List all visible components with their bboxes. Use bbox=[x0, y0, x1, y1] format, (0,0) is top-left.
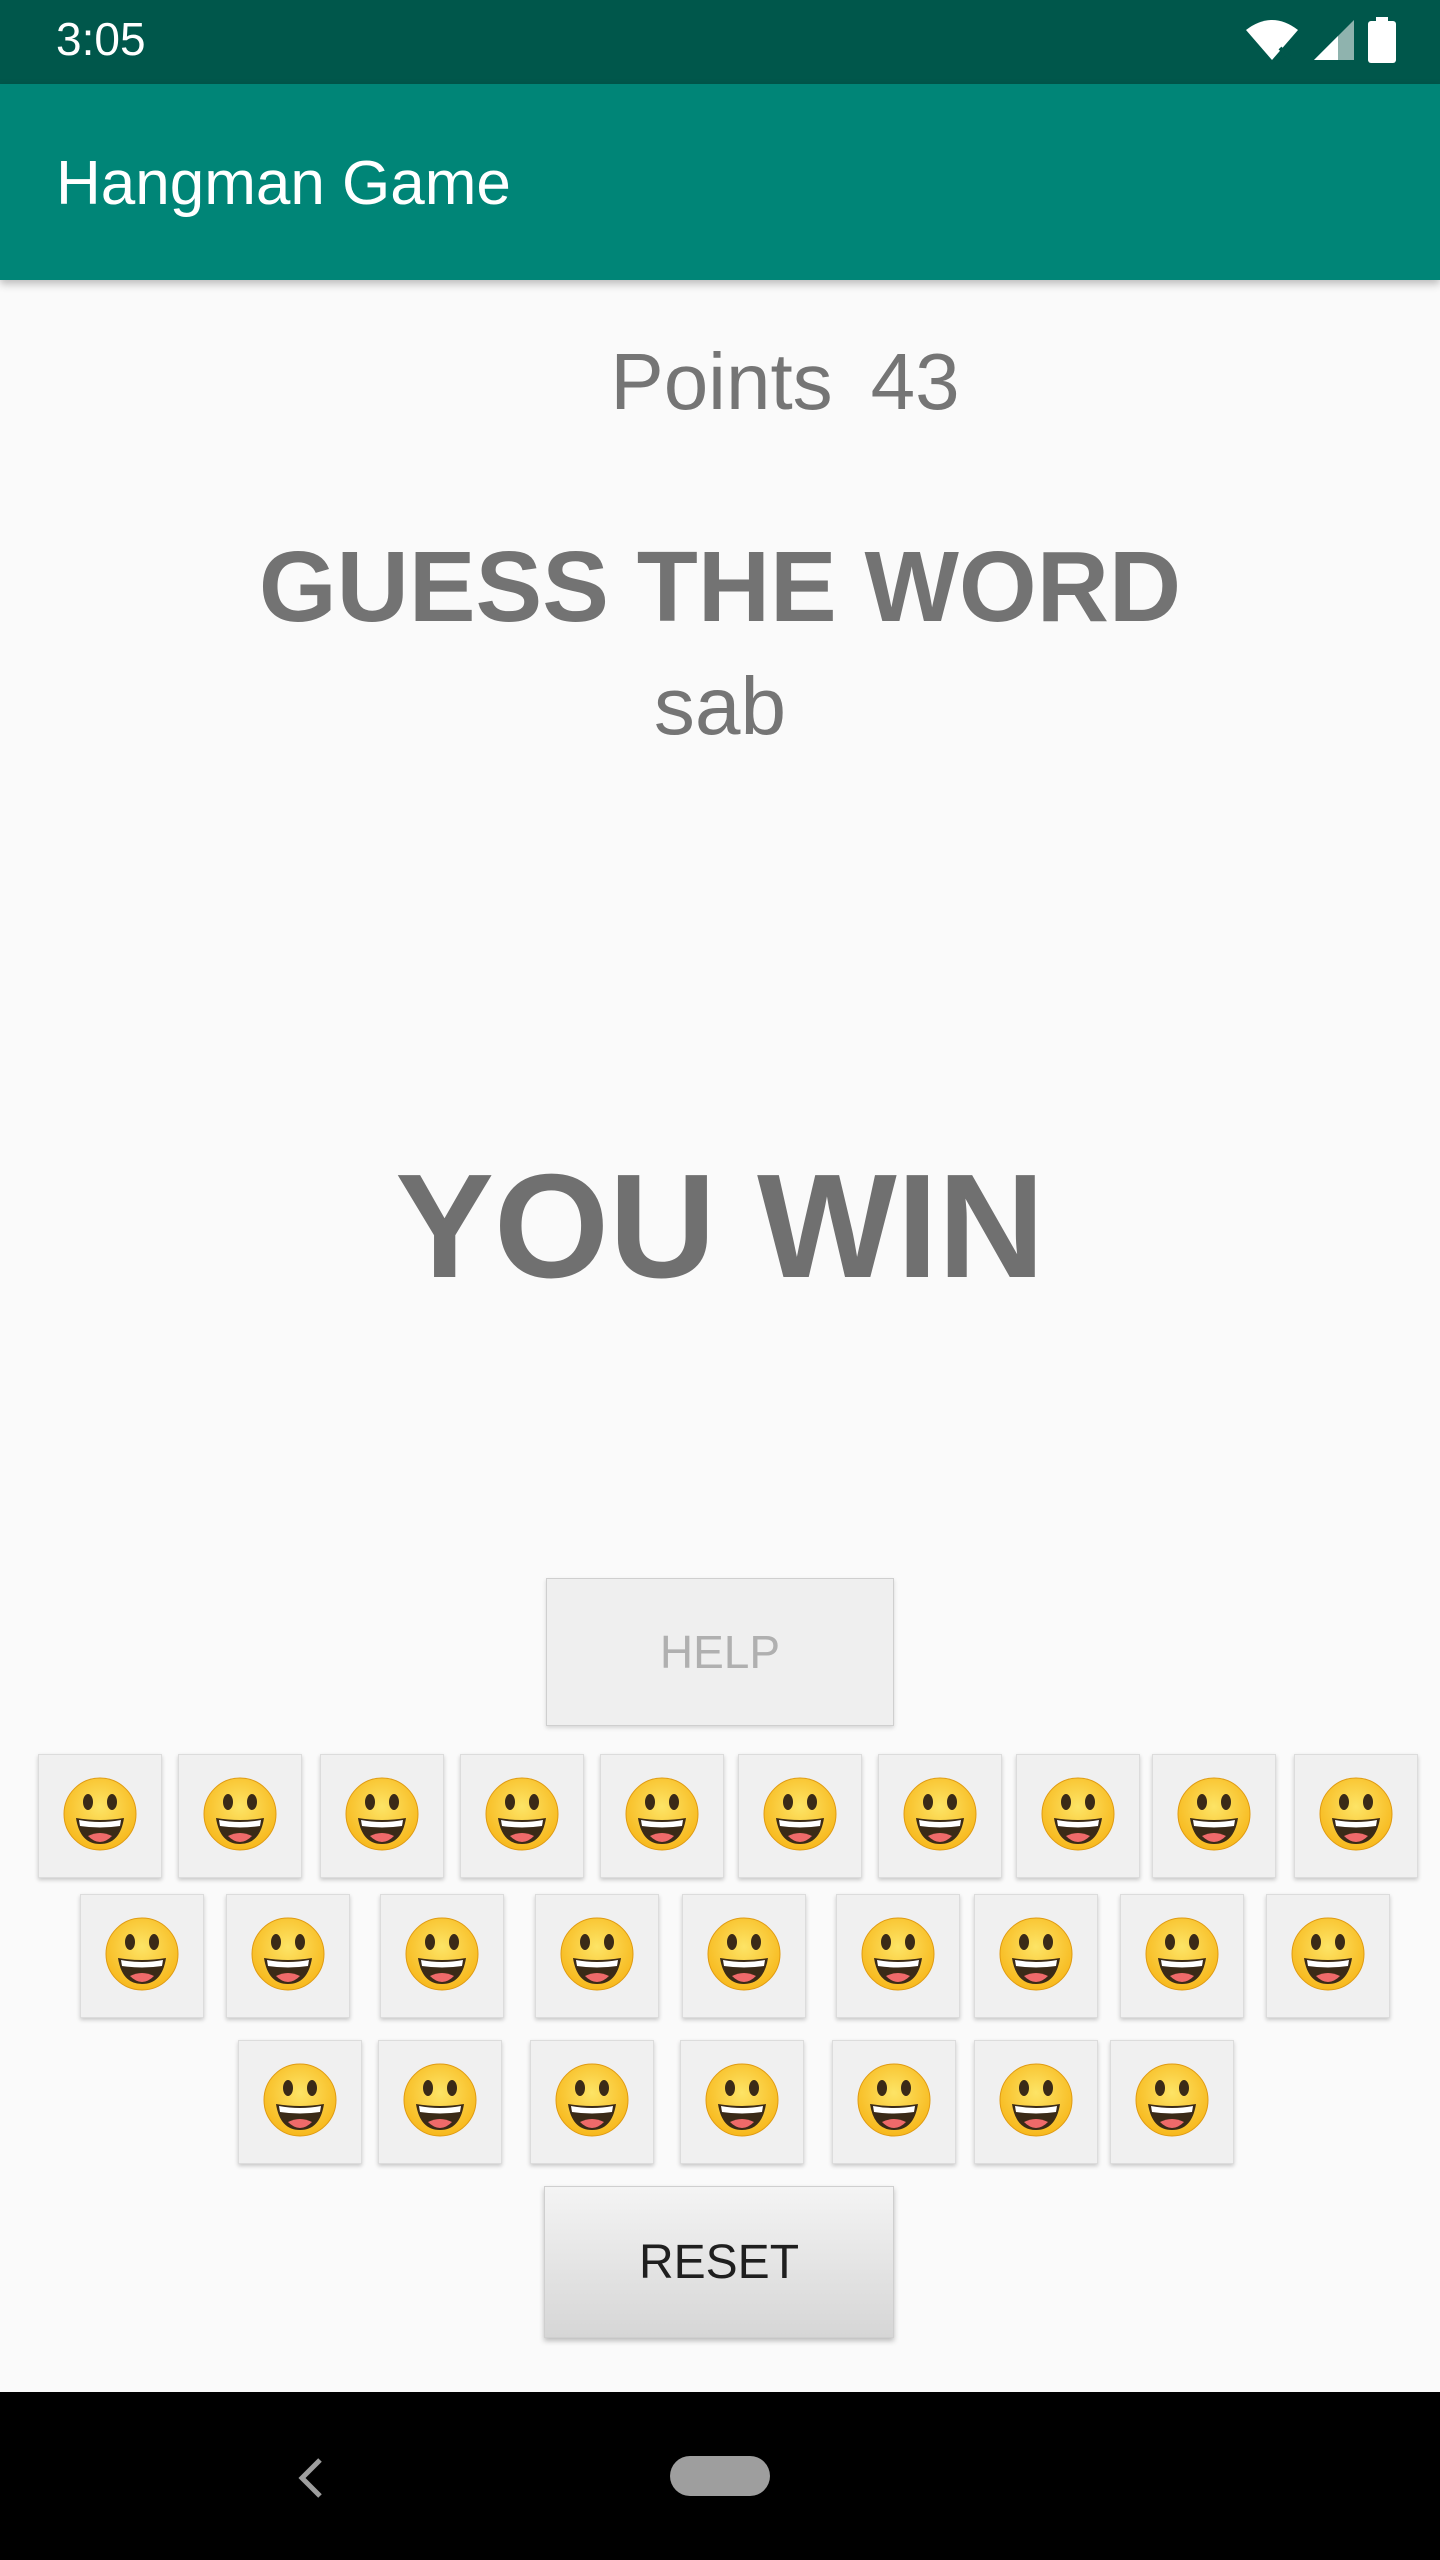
help-button[interactable]: HELP bbox=[546, 1578, 894, 1726]
letter-key[interactable] bbox=[682, 1894, 806, 2018]
guess-prompt: GUESS THE WORD bbox=[258, 531, 1182, 643]
smiley-face-icon bbox=[557, 1914, 637, 1998]
smiley-face-icon bbox=[1174, 1774, 1254, 1858]
result-text: YOU WIN bbox=[395, 1144, 1045, 1309]
letter-key[interactable] bbox=[974, 1894, 1098, 2018]
letter-key[interactable] bbox=[1152, 1754, 1276, 1878]
letter-key[interactable] bbox=[1120, 1894, 1244, 2018]
letter-key[interactable] bbox=[1110, 2040, 1234, 2164]
smiley-face-icon bbox=[102, 1914, 182, 1998]
letter-key[interactable] bbox=[535, 1894, 659, 2018]
smiley-face-icon bbox=[900, 1774, 980, 1858]
smiley-face-icon bbox=[704, 1914, 784, 1998]
smiley-face-icon bbox=[702, 2060, 782, 2144]
smiley-face-icon bbox=[400, 2060, 480, 2144]
smiley-face-icon bbox=[622, 1774, 702, 1858]
letter-key[interactable] bbox=[974, 2040, 1098, 2164]
signal-icon bbox=[1312, 18, 1356, 66]
smiley-face-icon bbox=[1288, 1914, 1368, 1998]
smiley-face-icon bbox=[60, 1774, 140, 1858]
letter-key[interactable] bbox=[878, 1754, 1002, 1878]
letter-key[interactable] bbox=[178, 1754, 302, 1878]
smiley-face-icon bbox=[552, 2060, 632, 2144]
letter-key[interactable] bbox=[378, 2040, 502, 2164]
smiley-face-icon bbox=[1142, 1914, 1222, 1998]
app-bar: Hangman Game bbox=[0, 84, 1440, 280]
letter-key[interactable] bbox=[238, 2040, 362, 2164]
points-label: Points bbox=[610, 337, 833, 426]
smiley-face-icon bbox=[1038, 1774, 1118, 1858]
letter-key[interactable] bbox=[530, 2040, 654, 2164]
letter-key[interactable] bbox=[38, 1754, 162, 1878]
smiley-face-icon bbox=[402, 1914, 482, 1998]
status-icons bbox=[1244, 17, 1396, 67]
smiley-face-icon bbox=[342, 1774, 422, 1858]
smiley-face-icon bbox=[858, 1914, 938, 1998]
wifi-icon bbox=[1244, 18, 1300, 66]
status-bar: 3:05 bbox=[0, 0, 1440, 84]
letter-key[interactable] bbox=[600, 1754, 724, 1878]
smiley-face-icon bbox=[482, 1774, 562, 1858]
letter-key[interactable] bbox=[1294, 1754, 1418, 1878]
letter-key[interactable] bbox=[1266, 1894, 1390, 2018]
points-row: Points 43 bbox=[0, 336, 1440, 428]
reset-button[interactable]: RESET bbox=[544, 2186, 894, 2338]
letter-key[interactable] bbox=[836, 1894, 960, 2018]
smiley-face-icon bbox=[996, 1914, 1076, 1998]
battery-icon bbox=[1368, 17, 1396, 67]
points-value: 43 bbox=[870, 337, 960, 426]
letter-key[interactable] bbox=[1016, 1754, 1140, 1878]
home-pill-icon[interactable] bbox=[670, 2456, 770, 2496]
app-title: Hangman Game bbox=[56, 149, 511, 218]
status-time: 3:05 bbox=[56, 13, 146, 65]
smiley-face-icon bbox=[200, 1774, 280, 1858]
smiley-face-icon bbox=[1316, 1774, 1396, 1858]
letter-key[interactable] bbox=[680, 2040, 804, 2164]
letter-key[interactable] bbox=[320, 1754, 444, 1878]
smiley-face-icon bbox=[248, 1914, 328, 1998]
letter-key[interactable] bbox=[380, 1894, 504, 2018]
letter-key[interactable] bbox=[832, 2040, 956, 2164]
guess-word: sab bbox=[653, 661, 787, 752]
smiley-face-icon bbox=[996, 2060, 1076, 2144]
smiley-face-icon bbox=[854, 2060, 934, 2144]
smiley-face-icon bbox=[260, 2060, 340, 2144]
smiley-face-icon bbox=[760, 1774, 840, 1858]
letter-key[interactable] bbox=[226, 1894, 350, 2018]
letter-key[interactable] bbox=[738, 1754, 862, 1878]
letter-key[interactable] bbox=[80, 1894, 204, 2018]
smiley-face-icon bbox=[1132, 2060, 1212, 2144]
back-icon[interactable] bbox=[290, 2450, 330, 2506]
letter-key[interactable] bbox=[460, 1754, 584, 1878]
